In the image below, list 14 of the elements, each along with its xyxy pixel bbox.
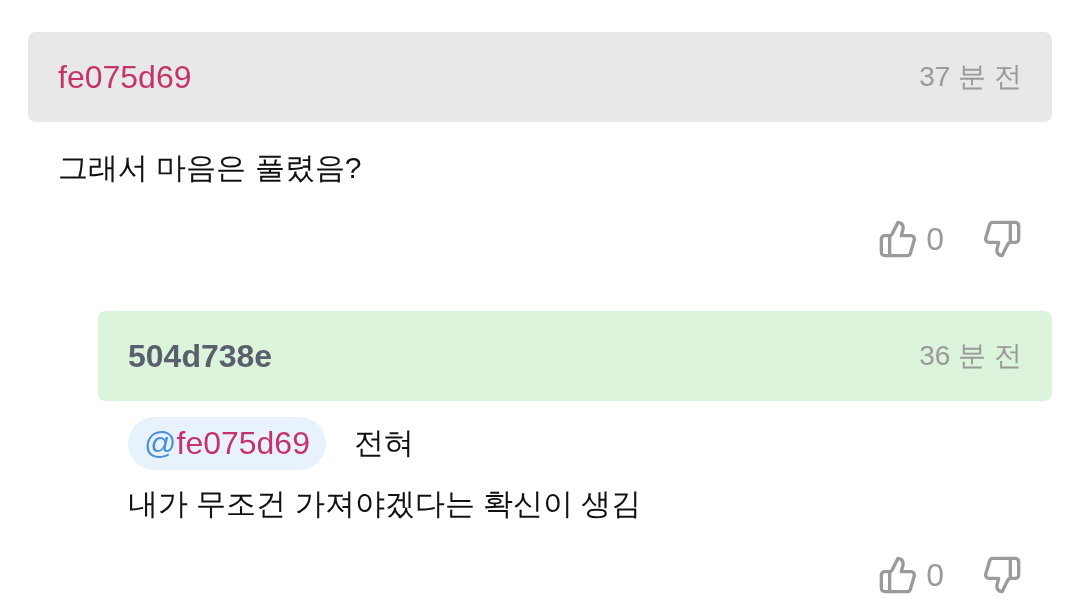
thumbs-up-icon[interactable] — [878, 219, 919, 259]
like-count: 0 — [926, 556, 944, 594]
like-count: 0 — [926, 220, 944, 258]
thumbs-down-icon[interactable] — [982, 555, 1022, 595]
timestamp: 36 분 전 — [919, 339, 1022, 373]
thumbs-down-icon[interactable] — [982, 219, 1022, 259]
thumbs-up-icon[interactable] — [878, 555, 919, 595]
comment-text: 내가 무조건 가져야겠다는 확신이 생김 — [128, 486, 642, 522]
author-name: 504d738e — [128, 337, 273, 375]
mention-link[interactable]: @fe075d69 — [128, 417, 326, 470]
comment-text: 전혀 — [353, 425, 414, 461]
comment-text: 그래서 마음은 풀렸음? — [58, 150, 362, 186]
author-name: fe075d69 — [58, 58, 192, 96]
timestamp: 37 분 전 — [919, 60, 1022, 94]
